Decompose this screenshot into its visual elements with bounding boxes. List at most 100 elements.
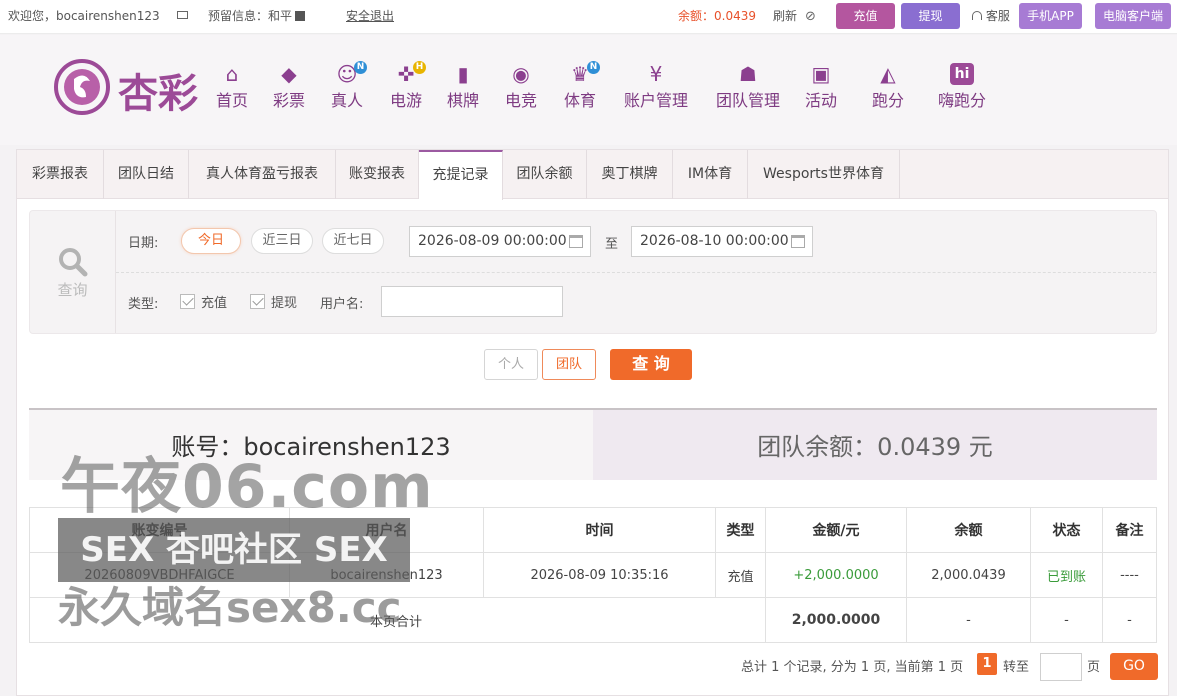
personal-button[interactable]: 个人 (484, 349, 538, 380)
date-from-input[interactable]: 2026-08-09 00:00:00 (409, 226, 591, 257)
range-3days-button[interactable]: 近三日 (251, 228, 313, 254)
mobile-app-button[interactable]: 手机APP (1019, 3, 1082, 29)
watermark-banner: SEX 杏吧社区 SEX (58, 518, 410, 582)
tab-7[interactable]: IM体育 (673, 150, 748, 199)
nav-badge: N (587, 61, 600, 74)
logout-link[interactable]: 安全退出 (346, 0, 394, 34)
tab-2[interactable]: 真人体育盈亏报表 (189, 150, 336, 199)
nav-badge: H (413, 61, 426, 74)
nav-item-7[interactable]: ¥ 账户管理 (620, 63, 692, 111)
nav-item-8[interactable]: ☗ 团队管理 (712, 63, 784, 111)
edit-icon[interactable] (295, 11, 306, 21)
date-from-value: 2026-08-09 00:00:00 (418, 233, 567, 249)
summary-amount: 2,000.0000 (765, 597, 907, 643)
nav-item-10[interactable]: ◭ 跑分 (868, 63, 908, 111)
type-label: 类型: (128, 297, 159, 312)
lottery-icon: ◆ (281, 62, 297, 86)
pager-current-page[interactable]: 1 (977, 653, 997, 675)
site-logo[interactable]: 杏彩 (52, 57, 202, 117)
type-deposit-checkbox[interactable]: 充值 (180, 292, 227, 311)
nav-item-6[interactable]: ♛ N 体育 (562, 61, 600, 111)
nav-item-label: 账户管理 (623, 91, 688, 110)
tab-6[interactable]: 奥丁棋牌 (587, 150, 673, 199)
nav-item-label: 电游 (389, 91, 422, 110)
nav-item-5[interactable]: ◉ 电竞 (503, 63, 539, 111)
cell-type: 充值 (715, 552, 766, 598)
envelope-icon[interactable] (177, 0, 188, 34)
pager-go-button[interactable]: GO (1110, 653, 1158, 680)
type-withdraw-checkbox[interactable]: 提现 (250, 292, 297, 311)
username-label: 用户名: (320, 297, 364, 312)
tab-3[interactable]: 账变报表 (336, 150, 419, 199)
nav-item-2[interactable]: ☺ N 真人 (329, 61, 367, 111)
watermark-line1: 午夜06.com (60, 452, 434, 522)
esports-icon: ◉ (512, 62, 530, 86)
cell-status: 已到账 (1030, 552, 1103, 598)
username-input[interactable] (381, 286, 563, 317)
calendar-icon[interactable] (791, 235, 805, 248)
date-to-value: 2026-08-10 00:00:00 (640, 233, 789, 249)
nav-item-label: 棋牌 (446, 91, 479, 110)
type-deposit-label: 充值 (201, 296, 228, 311)
team-button[interactable]: 团队 (542, 349, 596, 380)
rhino-icon: ◭ (880, 62, 896, 86)
nav-item-label: 首页 (215, 91, 248, 110)
nav-item-1[interactable]: ◆ 彩票 (271, 63, 307, 111)
nav-item-3[interactable]: ✜ H 电游 (388, 61, 426, 111)
nav-item-9[interactable]: ▣ 活动 (803, 63, 839, 111)
tab-0[interactable]: 彩票报表 (17, 150, 104, 199)
nav-item-label: 真人 (330, 91, 363, 110)
nav-item-label: 彩票 (272, 91, 305, 110)
logo-text: 杏彩 (118, 70, 198, 117)
column-header: 类型 (715, 507, 766, 553)
summary-status: - (1030, 597, 1103, 643)
range-today-button[interactable]: 今日 (181, 228, 241, 254)
reserved-info-text: 预留信息：和平 (208, 9, 293, 23)
checkbox-checked-icon (180, 294, 195, 309)
cell-amount: +2,000.0000 (765, 552, 907, 598)
deposit-button[interactable]: 充值 (836, 3, 895, 29)
pager-page-input[interactable] (1040, 653, 1082, 681)
to-label: 至 (605, 237, 619, 252)
tab-1[interactable]: 团队日结 (104, 150, 189, 199)
tab-8[interactable]: Wesports世界体育 (748, 150, 900, 199)
column-header: 金额/元 (765, 507, 907, 553)
tab-5[interactable]: 团队余额 (503, 150, 587, 199)
customer-service-label: 客服 (985, 9, 1010, 23)
pager-summary: 总计 1 个记录, 分为 1 页, 当前第 1 页 (741, 660, 964, 675)
query-icon-area: 查询 (30, 211, 116, 333)
nav-item-label: 嗨跑分 (937, 91, 986, 110)
reserved-info: 预留信息：和平 (208, 0, 306, 34)
nav-item-label: 电竞 (504, 91, 537, 110)
customer-service-link[interactable]: 客服 (972, 0, 1010, 34)
query-submit-button[interactable]: 查 询 (610, 349, 692, 380)
date-to-input[interactable]: 2026-08-10 00:00:00 (631, 226, 813, 257)
cell-note: ---- (1102, 552, 1157, 598)
refresh-link[interactable]: 刷新 (773, 0, 797, 34)
logo-emblem-icon (54, 59, 110, 115)
type-withdraw-label: 提现 (271, 296, 298, 311)
watermark-line3: 永久域名sex8.cc (58, 583, 402, 632)
nav-item-11[interactable]: hi 嗨跑分 (934, 63, 990, 111)
column-header: 余额 (906, 507, 1031, 553)
report-tabs: 彩票报表 团队日结 真人体育盈亏报表 账变报表 充提记录 团队余额 奥丁棋牌 IM体育 Wesp… (17, 150, 1168, 200)
withdraw-button[interactable]: 提现 (901, 3, 960, 29)
range-7days-button[interactable]: 近七日 (322, 228, 384, 254)
nav-item-label: 体育 (563, 91, 596, 110)
balance-text: 余额：0.0439 (678, 9, 756, 23)
eye-hidden-icon[interactable]: ⊘ (805, 0, 816, 34)
nav-item-label: 团队管理 (715, 91, 780, 110)
header: 杏彩 ⌂ 首页 ◆ 彩票 ☺ N 真人 ✜ H 电游 ▮ 棋牌 ◉ 电竞 ♛ N 体育 ¥ 账户管理 ☗ 团队管理 ▣ 活动… (0, 35, 1177, 145)
calendar-icon[interactable] (569, 235, 583, 248)
nav-item-0[interactable]: ⌂ 首页 (214, 63, 250, 111)
tab-4[interactable]: 充提记录 (419, 150, 503, 200)
nav-item-4[interactable]: ▮ 棋牌 (445, 63, 481, 111)
pc-client-button[interactable]: 电脑客户端 (1095, 3, 1171, 29)
nav-item-label: 活动 (804, 91, 837, 110)
column-header: 备注 (1102, 507, 1157, 553)
home-icon: ⌂ (225, 62, 239, 86)
query-box: 查询 日期: 今日 近三日 近七日 2026-08-09 00:00:00 至 … (29, 210, 1157, 334)
summary-note: - (1102, 597, 1157, 643)
yen-icon: ¥ (649, 62, 663, 86)
welcome-text: 欢迎您，bocairenshen123 (8, 9, 160, 23)
